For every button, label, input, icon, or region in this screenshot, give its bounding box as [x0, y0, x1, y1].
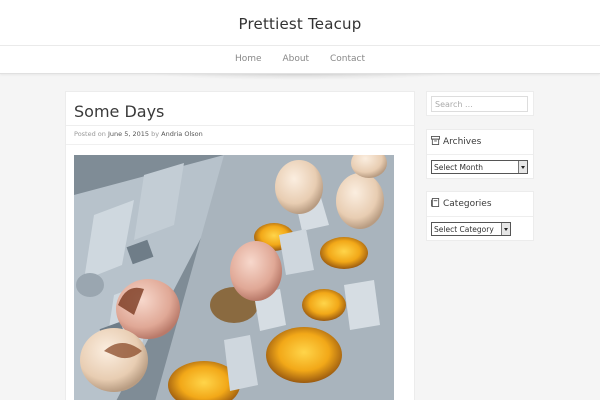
- post-title[interactable]: Some Days: [74, 102, 164, 121]
- widget-divider: [427, 216, 533, 217]
- meta-divider: [66, 144, 414, 145]
- post-meta: Posted on June 5, 2015 by Andria Olson: [74, 130, 203, 138]
- archives-heading: Archives: [431, 136, 481, 150]
- nav-item-contact[interactable]: Contact: [330, 54, 365, 64]
- site-header: Prettiest Teacup: [0, 0, 600, 46]
- archives-dropdown[interactable]: Select Month: [431, 160, 528, 174]
- egg-carton-photo: [74, 155, 394, 400]
- search-widget: [426, 91, 534, 116]
- main-navigation: Home About Contact: [0, 46, 600, 74]
- chevron-down-icon: [518, 161, 527, 173]
- post-date-link[interactable]: June 5, 2015: [108, 130, 149, 138]
- archive-icon: [431, 136, 440, 145]
- folder-icon: [431, 198, 440, 207]
- categories-title: Categories: [443, 199, 492, 209]
- post-article: Some Days Posted on June 5, 2015 by Andr…: [65, 91, 415, 400]
- nav-shadow: [150, 74, 450, 80]
- posted-on-label: Posted on: [74, 130, 106, 138]
- widget-divider: [427, 154, 533, 155]
- nav-list: Home About Contact: [0, 54, 600, 64]
- featured-image: [74, 155, 394, 400]
- post-author-link[interactable]: Andria Olson: [161, 130, 203, 138]
- categories-heading: Categories: [431, 198, 492, 212]
- archives-widget: Archives Select Month: [426, 129, 534, 179]
- nav-item-home[interactable]: Home: [235, 54, 262, 64]
- archives-title: Archives: [443, 137, 482, 147]
- categories-dropdown[interactable]: Select Category: [431, 222, 511, 236]
- categories-dropdown-value: Select Category: [434, 225, 494, 234]
- categories-widget: Categories Select Category: [426, 191, 534, 241]
- search-input[interactable]: [431, 96, 528, 112]
- site-title[interactable]: Prettiest Teacup: [0, 15, 600, 33]
- by-label: by: [151, 130, 160, 138]
- title-divider: [66, 125, 414, 126]
- nav-item-about[interactable]: About: [282, 54, 309, 64]
- archives-dropdown-value: Select Month: [434, 163, 484, 172]
- chevron-down-icon: [501, 223, 510, 235]
